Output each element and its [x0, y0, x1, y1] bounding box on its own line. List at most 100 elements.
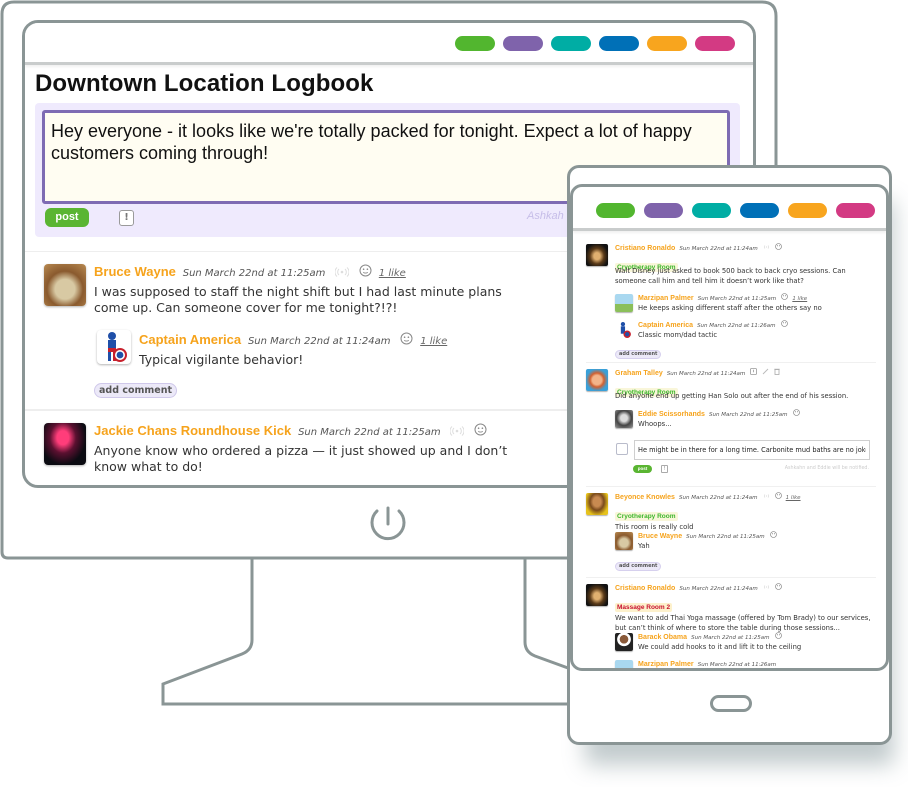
- broadcast-icon[interactable]: [334, 265, 350, 281]
- broadcast-icon[interactable]: [763, 492, 770, 502]
- smiley-icon[interactable]: [774, 492, 782, 502]
- avatar-beyonce-knowles: [586, 493, 608, 515]
- avatar-cristiano-ronaldo: [586, 244, 608, 266]
- add-comment-button[interactable]: add comment: [615, 350, 662, 359]
- color-tabs: [455, 36, 735, 51]
- avatar-captain-america: [615, 321, 633, 339]
- add-comment-button[interactable]: add comment: [94, 383, 178, 398]
- tab-blue[interactable]: [599, 36, 639, 51]
- tab-green[interactable]: [596, 203, 635, 218]
- broadcast-icon[interactable]: [763, 583, 770, 593]
- tab-teal[interactable]: [692, 203, 731, 218]
- home-button[interactable]: [710, 695, 752, 712]
- smiley-icon[interactable]: [400, 332, 413, 349]
- comment-text: Yah: [638, 542, 650, 550]
- comment-author[interactable]: Captain America: [638, 322, 693, 329]
- avatar-captain-america: [97, 330, 131, 364]
- smiley-icon[interactable]: [775, 243, 782, 253]
- feed-post: Cristiano Ronaldo Sun March 22nd at 11:2…: [586, 239, 876, 363]
- smiley-icon[interactable]: [474, 423, 487, 440]
- comment-author[interactable]: Bruce Wayne: [638, 533, 682, 540]
- reply-checkbox[interactable]: [616, 443, 628, 455]
- tab-pink[interactable]: [695, 36, 735, 51]
- smiley-icon[interactable]: [780, 320, 788, 330]
- page-title: Downtown Location Logbook: [35, 70, 374, 97]
- comment-text: Whoops...: [638, 420, 672, 428]
- comment-timestamp: Sun March 22nd at 11:25am: [686, 534, 765, 540]
- comment-text: He keeps asking different staff after th…: [638, 304, 822, 312]
- smiley-icon[interactable]: [359, 264, 372, 281]
- comment-text: Classic mom/dad tactic: [638, 331, 718, 339]
- smiley-icon[interactable]: [774, 632, 782, 642]
- notify-hint: Ashkah: [527, 210, 564, 222]
- post-timestamp: Sun March 22nd at 11:24am: [679, 586, 758, 592]
- tab-teal[interactable]: [551, 36, 591, 51]
- post-text: Walt Disney just asked to book 500 back …: [615, 267, 846, 285]
- post-author[interactable]: Beyonce Knowles: [615, 494, 675, 501]
- avatar-graham-talley: [586, 369, 608, 391]
- room-tag[interactable]: Massage Room 2: [615, 603, 673, 612]
- color-tabs: [596, 203, 875, 218]
- comment-timestamp: Sun March 22nd at 11:26am: [697, 323, 776, 329]
- post-author[interactable]: Jackie Chans Roundhouse Kick: [94, 423, 291, 438]
- reply-notify-hint: Ashkahn and Eddie will be notified.: [784, 466, 869, 471]
- power-icon[interactable]: [370, 506, 406, 541]
- post-author[interactable]: Cristiano Ronaldo: [615, 585, 675, 592]
- like-count[interactable]: 1 like: [786, 495, 801, 501]
- reply-post-button[interactable]: post: [633, 465, 652, 473]
- trash-icon[interactable]: [774, 368, 781, 378]
- post-button[interactable]: post: [45, 208, 89, 227]
- comment-author[interactable]: Eddie Scissorhands: [638, 411, 705, 418]
- tab-green[interactable]: [455, 36, 495, 51]
- post-author[interactable]: Bruce Wayne: [94, 264, 176, 279]
- avatar-marzipan-palmer: [615, 660, 633, 668]
- broadcast-icon[interactable]: [763, 243, 770, 253]
- tab-blue[interactable]: [740, 203, 779, 218]
- post-text: I was supposed to staff the night shift …: [94, 284, 502, 315]
- like-count[interactable]: 1 like: [379, 268, 406, 279]
- tab-orange[interactable]: [647, 36, 687, 51]
- comment-author[interactable]: Barack Obama: [638, 634, 687, 641]
- comment-timestamp: Sun March 22nd at 11:25am: [697, 296, 777, 302]
- tab-orange[interactable]: [788, 203, 827, 218]
- post-text: We want to add Thai Yoga massage (offere…: [615, 614, 871, 632]
- flag-icon[interactable]: [750, 368, 758, 378]
- smiley-icon[interactable]: [769, 531, 777, 541]
- tab-purple[interactable]: [503, 36, 543, 51]
- feed-post: Graham Talley Sun March 22nd at 11:24am …: [586, 363, 876, 487]
- post-text: Did anyone end up getting Han Solo out a…: [615, 392, 849, 400]
- avatar-cristiano-ronaldo: [586, 584, 608, 606]
- reply-input[interactable]: [634, 440, 870, 460]
- broadcast-icon[interactable]: [450, 424, 465, 440]
- avatar-barack-obama: [615, 633, 633, 651]
- comment-author[interactable]: Marzipan Palmer: [638, 295, 694, 302]
- flag-important-button[interactable]: !: [119, 210, 134, 226]
- avatar-marzipan-palmer: [615, 294, 633, 312]
- post-text: Anyone know who ordered a pizza — it jus…: [94, 443, 508, 474]
- post-author[interactable]: Graham Talley: [615, 370, 663, 377]
- mobile-app-header: [573, 187, 886, 231]
- comment-author[interactable]: Captain America: [139, 332, 241, 347]
- reply-composer: post ! Ashkahn and Eddie will be notifie…: [582, 439, 877, 483]
- comment-author[interactable]: Marzipan Palmer: [638, 661, 694, 668]
- like-count[interactable]: 1 like: [792, 296, 807, 302]
- tab-pink[interactable]: [836, 203, 875, 218]
- avatar-bruce-wayne: [615, 532, 633, 550]
- room-tag[interactable]: Cryotherapy Room: [615, 512, 678, 521]
- edit-icon[interactable]: [762, 368, 769, 378]
- tab-purple[interactable]: [644, 203, 683, 218]
- comment-timestamp: Sun March 22nd at 11:24am: [247, 336, 391, 347]
- smiley-icon[interactable]: [792, 409, 800, 419]
- feed-post: Cristiano Ronaldo Sun March 22nd at 11:2…: [586, 578, 876, 668]
- mobile-feed: Cristiano Ronaldo Sun March 22nd at 11:2…: [586, 239, 876, 668]
- comment-text: We could add hooks to it and lift it to …: [638, 643, 802, 651]
- smiley-icon[interactable]: [781, 293, 789, 303]
- avatar-eddie-scissorhands: [615, 410, 633, 428]
- reply-flag-button[interactable]: !: [661, 465, 668, 473]
- smiley-icon[interactable]: [775, 583, 782, 593]
- add-comment-button[interactable]: add comment: [615, 562, 662, 571]
- like-count[interactable]: 1 like: [420, 336, 447, 347]
- post-timestamp: Sun March 22nd at 11:24am: [679, 495, 758, 501]
- avatar-jackie-chan: [44, 423, 86, 465]
- post-author[interactable]: Cristiano Ronaldo: [615, 245, 675, 252]
